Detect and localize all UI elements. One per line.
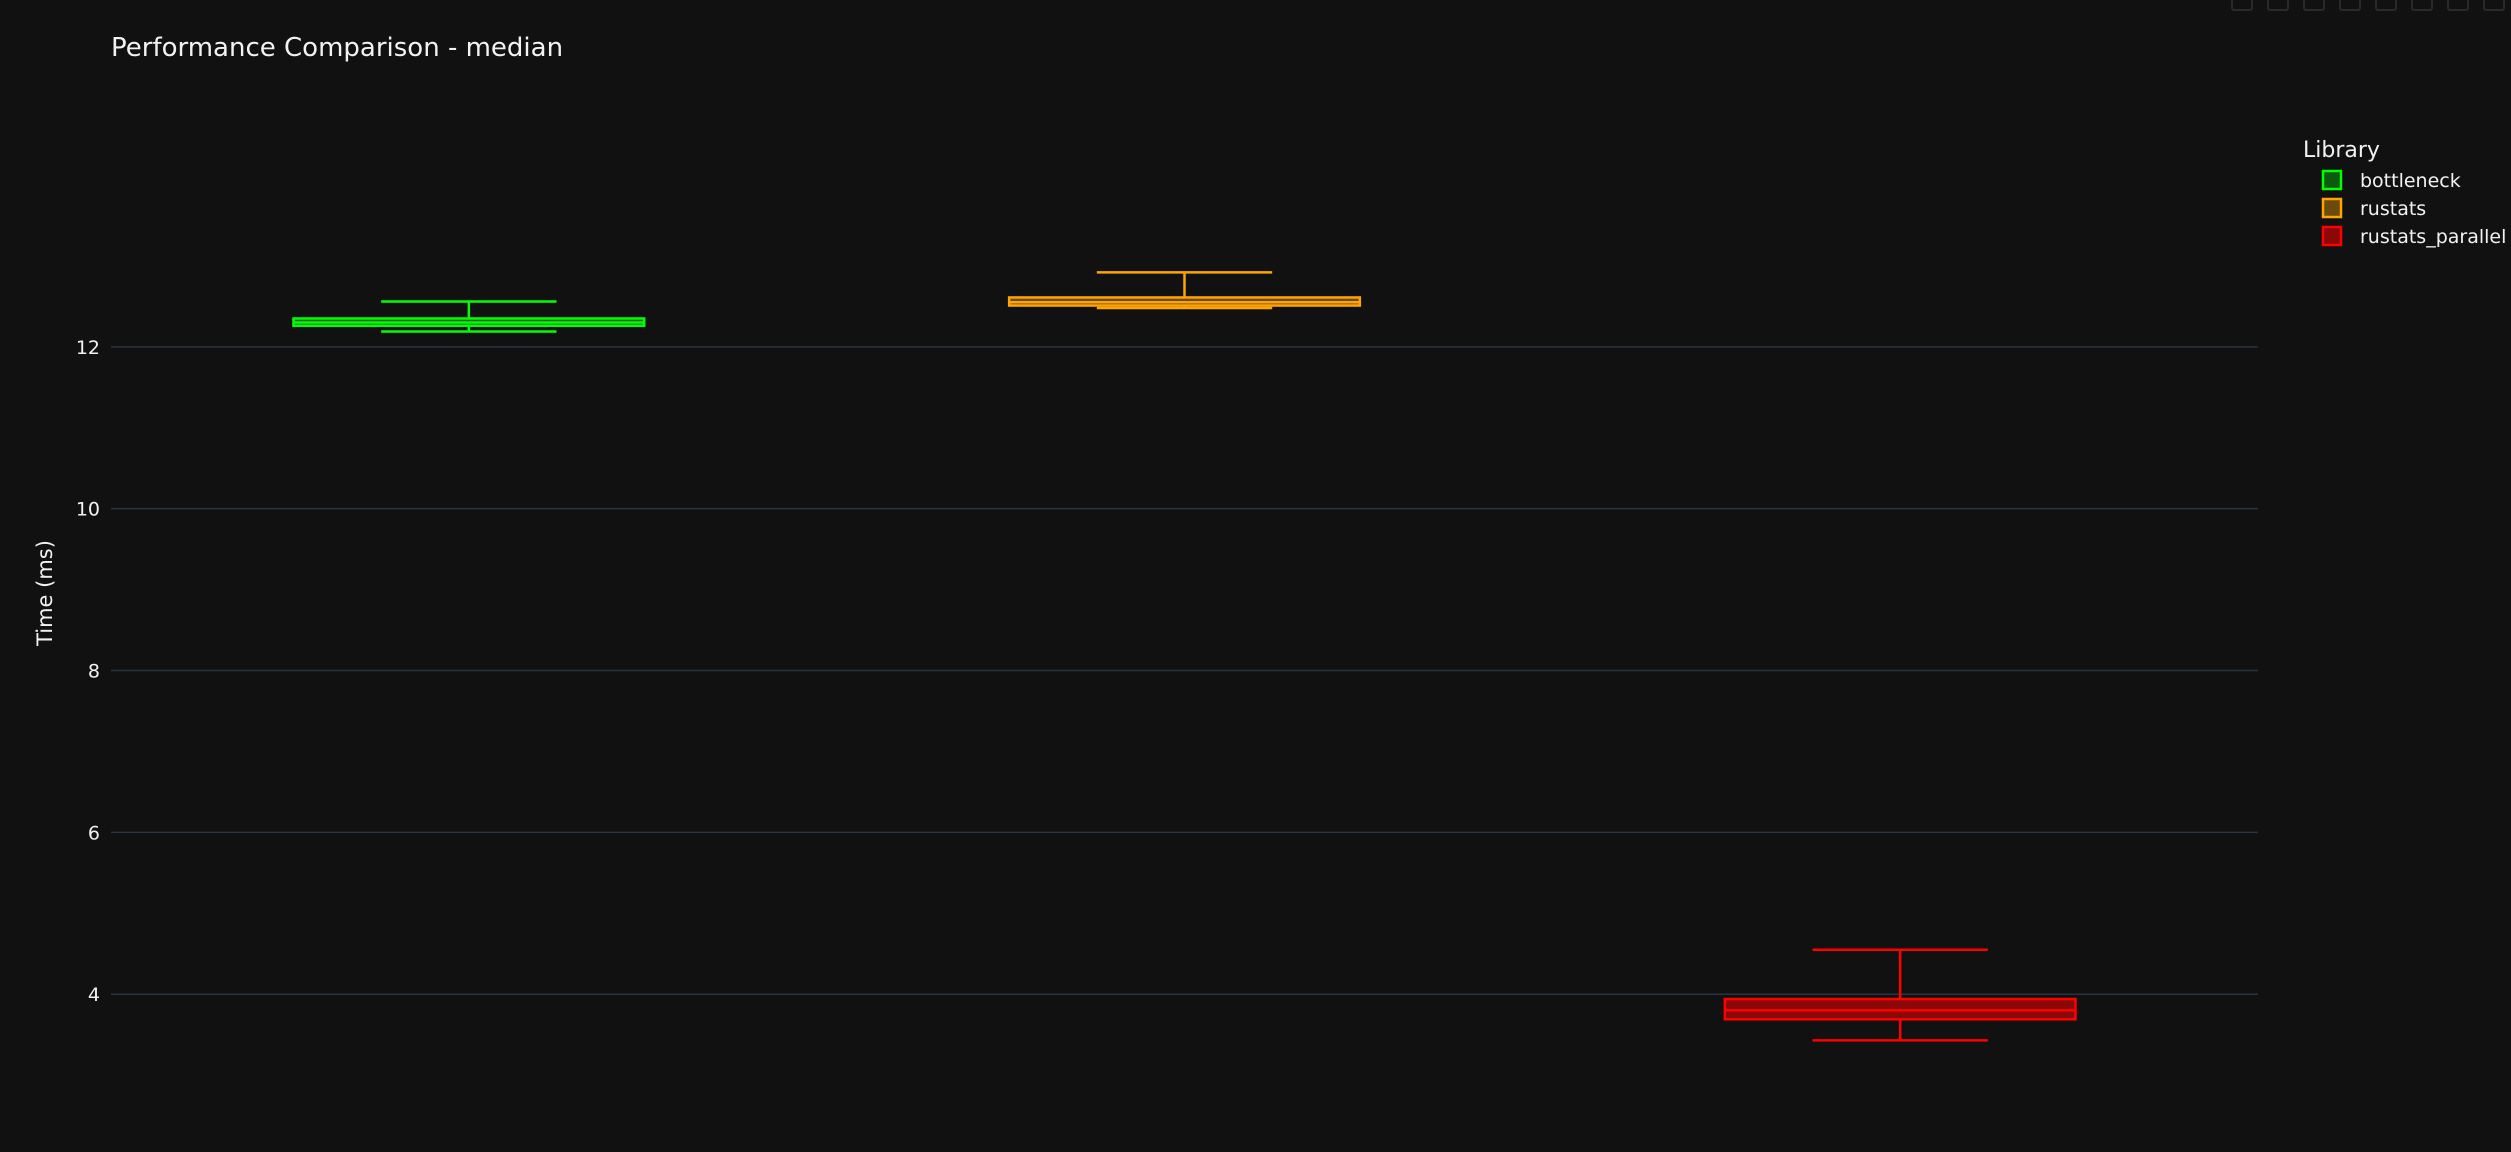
legend-label: bottleneck <box>2360 170 2461 192</box>
y-axis-title: Time (ms) <box>33 540 57 647</box>
legend-swatch <box>2321 225 2343 247</box>
legend-label: rustats <box>2360 198 2426 220</box>
modebar <box>2231 0 2505 12</box>
legend-item-rustats[interactable]: rustats <box>2321 197 2426 220</box>
box-rustats[interactable] <box>1007 271 1362 310</box>
zoom-icon[interactable] <box>2267 0 2289 11</box>
y-tick-label: 8 <box>88 661 100 683</box>
reset-axes-icon[interactable] <box>2447 0 2469 11</box>
box-plots <box>292 271 2077 1042</box>
y-tick-label: 6 <box>88 822 100 844</box>
legend-item-rustats_parallel[interactable]: rustats_parallel <box>2321 225 2506 248</box>
box-rustats_parallel[interactable] <box>1723 948 2077 1042</box>
legend-title: Library <box>2303 138 2380 163</box>
legend-item-bottleneck[interactable]: bottleneck <box>2321 169 2461 192</box>
legend-swatch <box>2321 169 2343 191</box>
legend[interactable]: Library bottleneck rustats rustats_paralle… <box>2303 138 2506 248</box>
y-tick-label: 4 <box>88 984 100 1006</box>
gridlines <box>111 346 2258 995</box>
y-tick-label: 12 <box>76 337 100 359</box>
y-axis-ticks: 4 6 8 10 12 <box>76 337 100 1006</box>
legend-swatch <box>2321 197 2343 219</box>
legend-label: rustats_parallel <box>2360 226 2506 248</box>
pan-icon[interactable] <box>2303 0 2325 11</box>
plotly-logo-icon[interactable] <box>2483 0 2505 11</box>
autoscale-icon[interactable] <box>2411 0 2433 11</box>
chart-title: Performance Comparison - median <box>111 33 563 63</box>
y-tick-label: 10 <box>76 499 100 521</box>
box-bottleneck[interactable] <box>292 300 646 333</box>
zoom-out-icon[interactable] <box>2375 0 2397 11</box>
chart-canvas: Performance Comparison - median Time (ms… <box>33 33 2506 1042</box>
camera-icon[interactable] <box>2231 0 2253 11</box>
zoom-in-icon[interactable] <box>2339 0 2361 11</box>
